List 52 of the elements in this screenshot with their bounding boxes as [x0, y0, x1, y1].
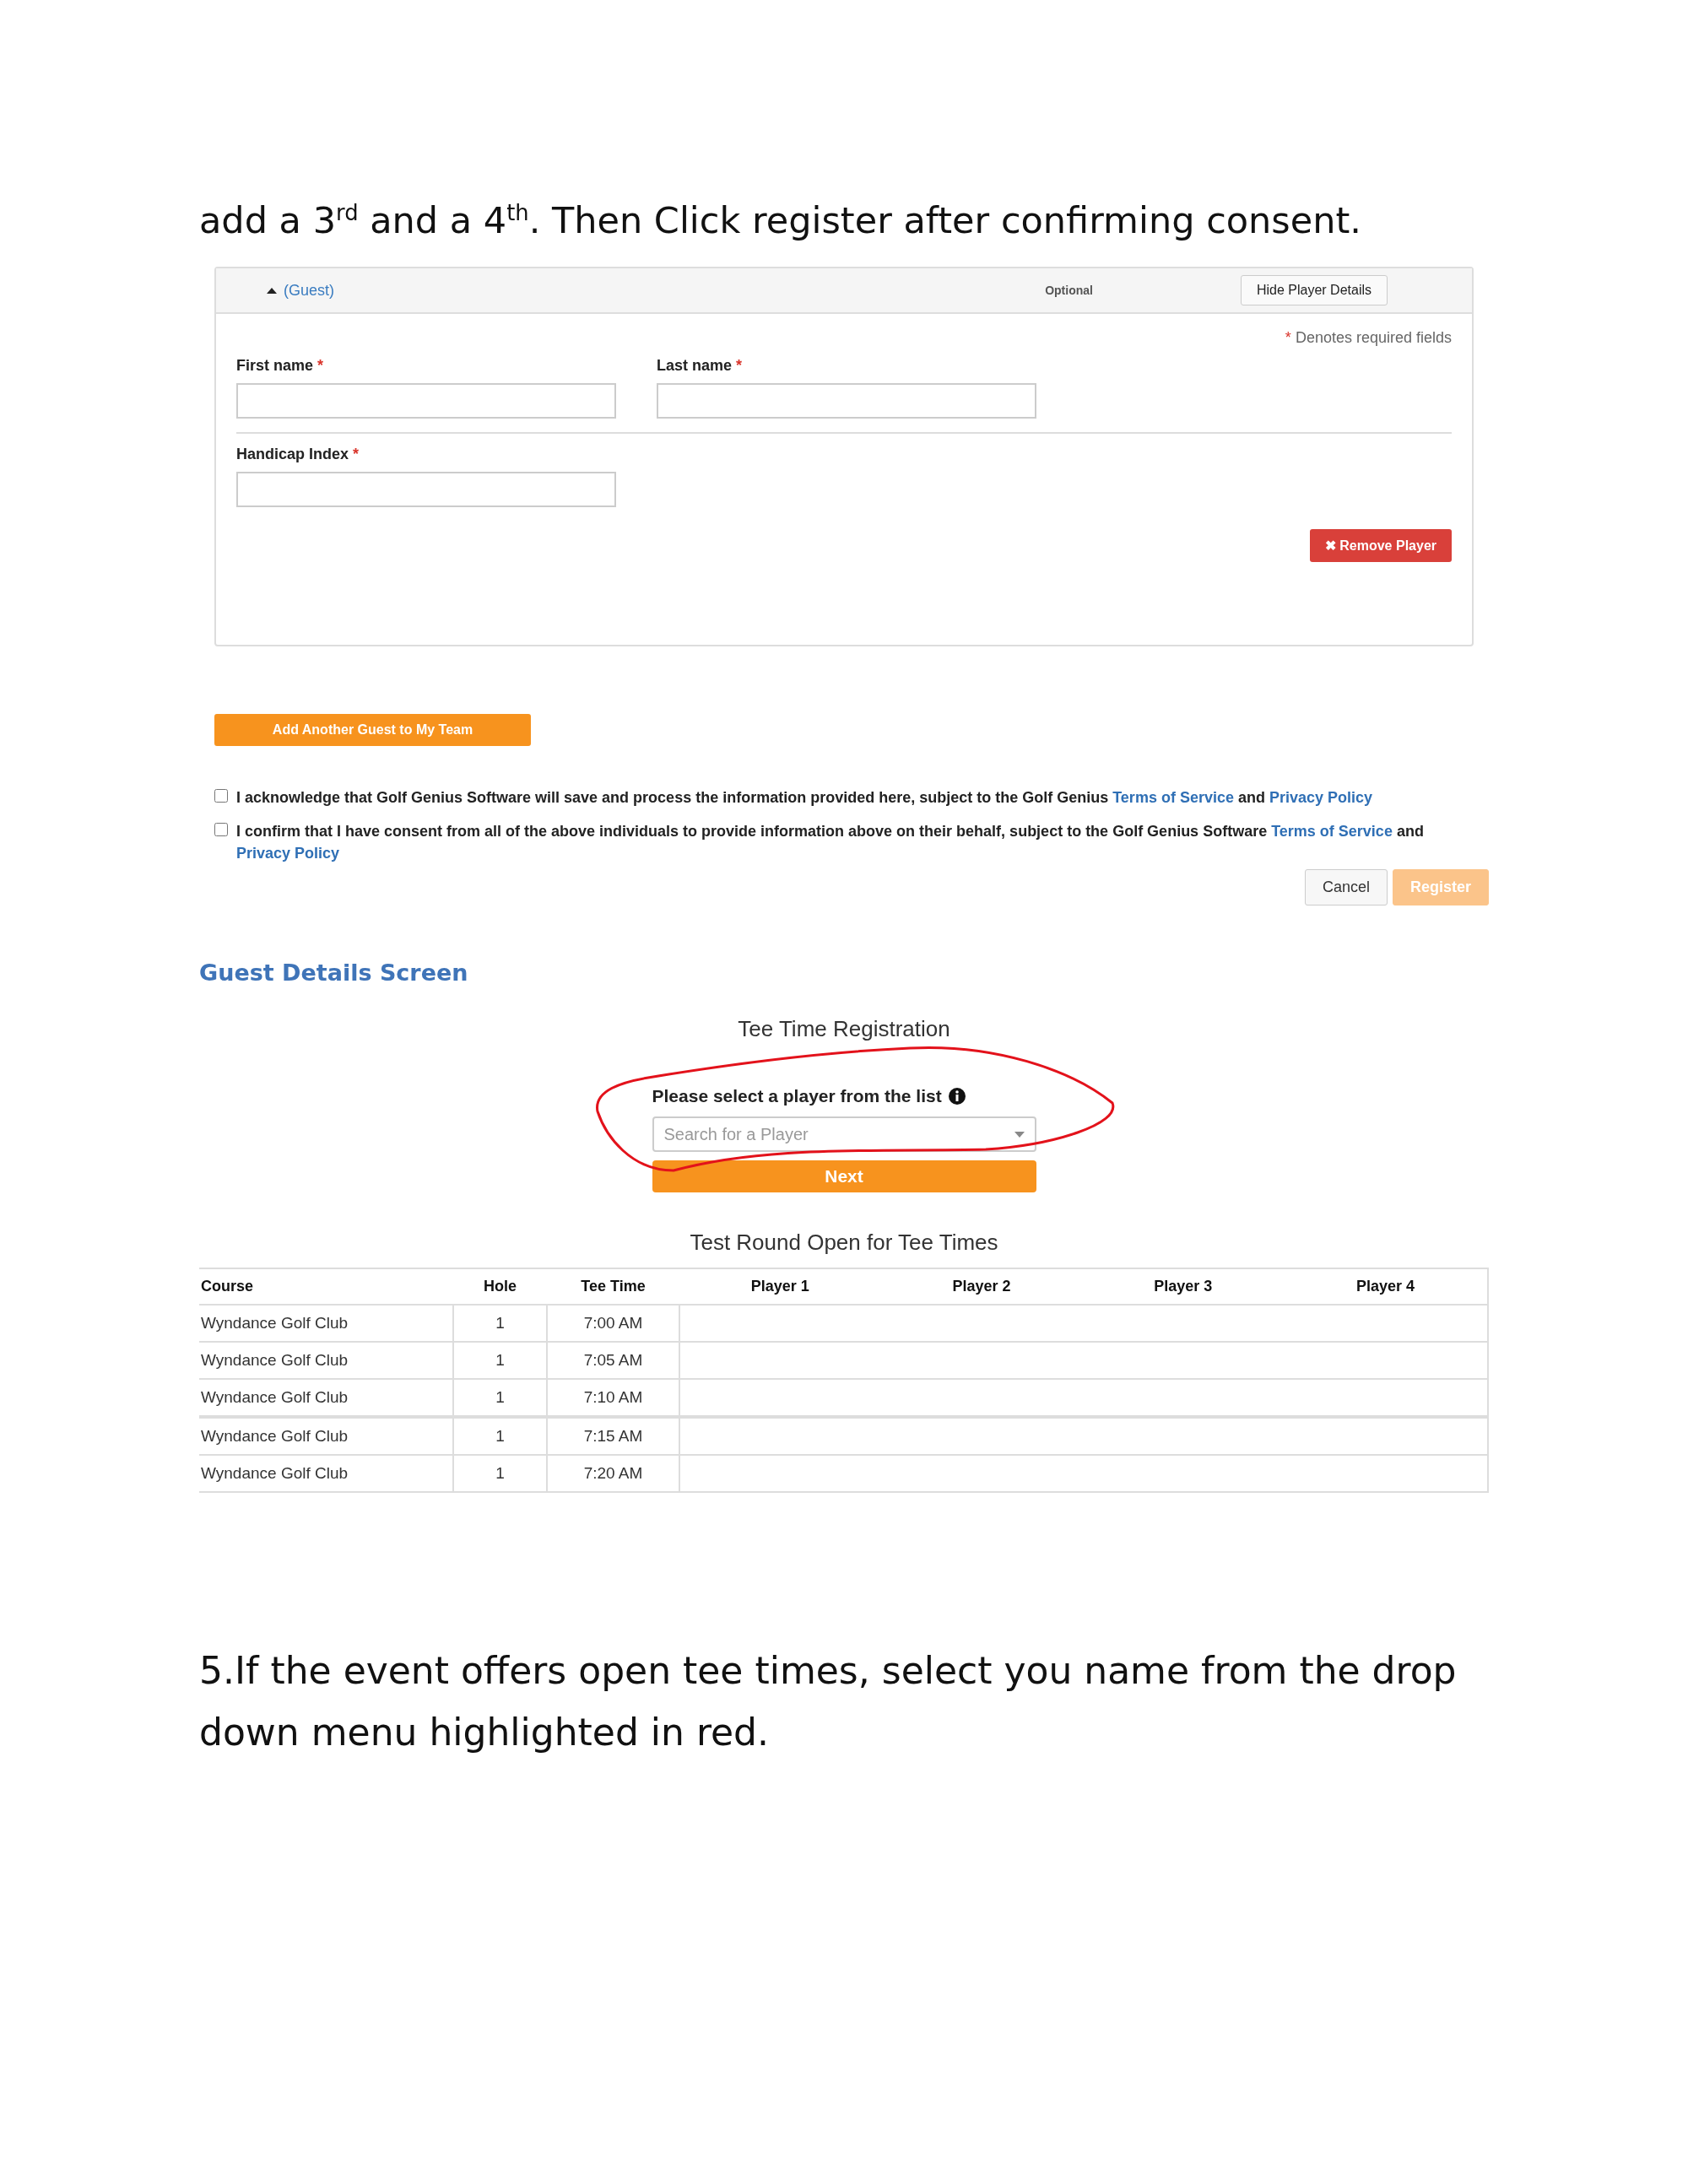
- field-label: First name *: [236, 357, 325, 376]
- table-cell: 1: [453, 1455, 547, 1493]
- table-cell: Wyndance Golf Club: [199, 1305, 453, 1343]
- table-cell: Wyndance Golf Club: [199, 1379, 453, 1418]
- consent-checkbox[interactable]: [214, 823, 228, 837]
- player-select-label: Please select a player from the list: [652, 1086, 1036, 1107]
- optional-label: Optional: [1045, 284, 1093, 298]
- column-header: Player 1: [679, 1268, 881, 1306]
- table-cell: 7:15 AM: [547, 1417, 679, 1456]
- table-cell: 7:20 AM: [547, 1455, 679, 1493]
- player-select[interactable]: Search for a Player: [652, 1116, 1036, 1153]
- hide-details-button[interactable]: Hide Player Details: [1240, 275, 1388, 306]
- table-cell: 7:05 AM: [547, 1342, 679, 1380]
- remove-player-button[interactable]: ✖ Remove Player: [1309, 529, 1452, 563]
- dropdown-caret-icon: [1014, 1131, 1025, 1138]
- policy-link[interactable]: Terms of Service: [1271, 823, 1393, 841]
- column-header: Player 2: [880, 1268, 1083, 1306]
- table-cell: 1: [453, 1305, 547, 1343]
- column-header: Tee Time: [547, 1268, 679, 1306]
- table-cell: Wyndance Golf Club: [199, 1455, 453, 1493]
- policy-link[interactable]: Privacy Policy: [236, 845, 340, 862]
- section-heading: Guest Details Screen: [199, 960, 469, 987]
- policy-link[interactable]: Terms of Service: [1112, 789, 1234, 807]
- input-field[interactable]: [236, 472, 616, 508]
- guest-toggle[interactable]: (Guest): [267, 281, 334, 300]
- column-header: Player 4: [1284, 1268, 1488, 1306]
- input-field[interactable]: [236, 383, 616, 419]
- info-icon: [948, 1088, 966, 1106]
- table-cell: 7:10 AM: [547, 1379, 679, 1418]
- input-field[interactable]: [657, 383, 1036, 419]
- instruction-text: 5.If the event offers open tee times, select you name from the drop down menu highlighted in red.: [199, 1648, 1458, 1755]
- table-cell: Wyndance Golf Club: [199, 1342, 453, 1380]
- table-cell: 1: [453, 1417, 547, 1456]
- registration-title: Tee Time Registration: [738, 1016, 950, 1043]
- table-cell: Wyndance Golf Club: [199, 1417, 453, 1456]
- table-title: Test Round Open for Tee Times: [689, 1230, 999, 1257]
- column-header: Hole: [453, 1268, 547, 1306]
- cancel-button[interactable]: Cancel: [1304, 869, 1388, 906]
- field-label: Last name *: [657, 357, 744, 376]
- table-cell: 1: [453, 1342, 547, 1380]
- caret-icon: [267, 287, 277, 295]
- column-header: Player 3: [1082, 1268, 1284, 1306]
- consent-text: I confirm that I have consent from all of the above individuals to provide information above on their behalf, subject to the Golf Genius Software Terms of Service and Privacy Policy: [236, 822, 1425, 864]
- required-note: * Denotes required fields: [1285, 329, 1452, 348]
- consent-checkbox[interactable]: [214, 789, 228, 803]
- column-header: Course: [199, 1268, 453, 1306]
- table-cell: 7:00 AM: [547, 1305, 679, 1343]
- consent-text: I acknowledge that Golf Genius Software will save and process the information provided here, subject to the Golf Genius Terms of Service and Privacy Policy: [236, 788, 1373, 808]
- table-cell: 1: [453, 1379, 547, 1418]
- instruction-text: add a 3$^{rd}$ and a 4$^{th}$. Then Click register after confirming consent.: [199, 198, 1362, 243]
- policy-link[interactable]: Privacy Policy: [1269, 789, 1373, 807]
- field-label: Handicap Index *: [236, 446, 360, 464]
